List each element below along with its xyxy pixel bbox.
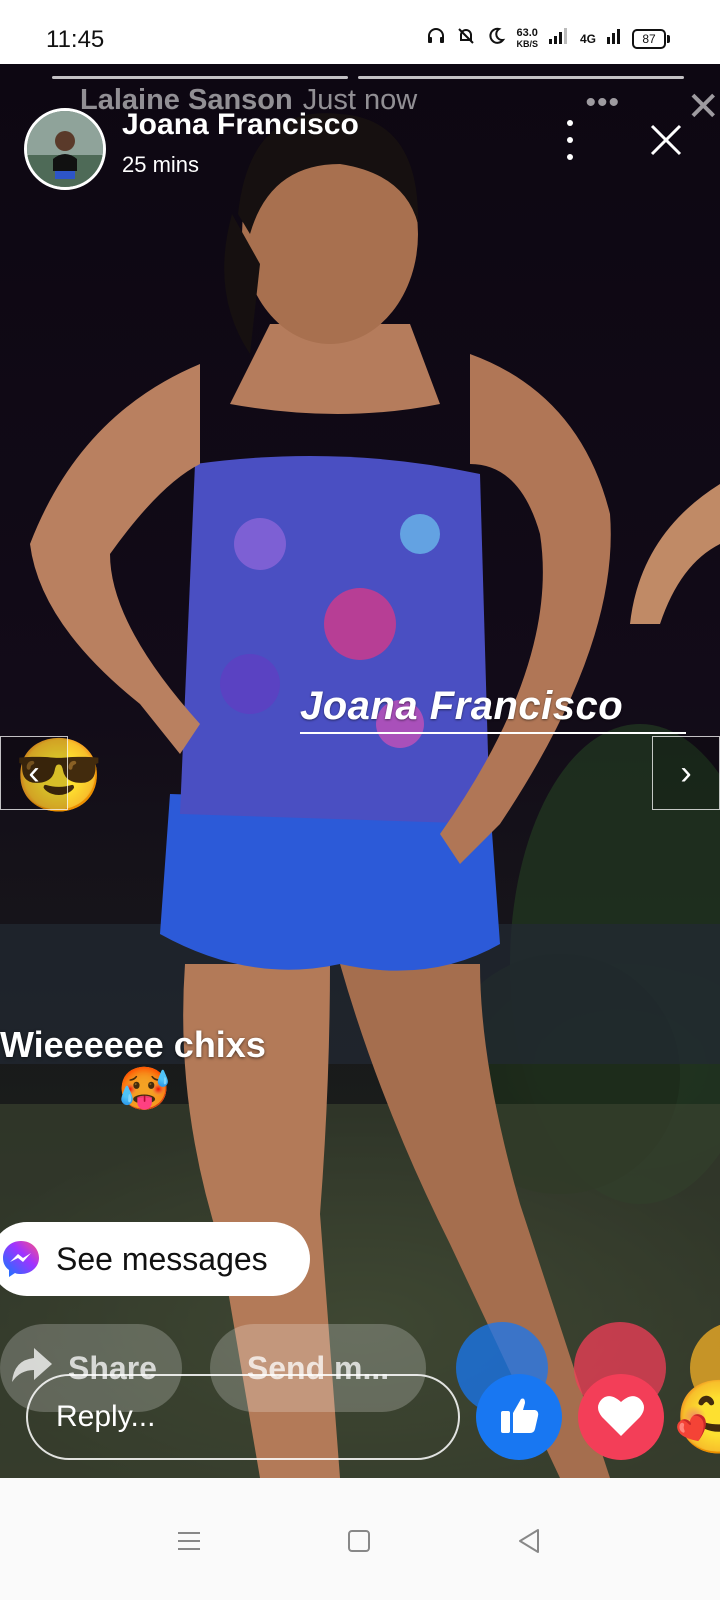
network-speed: 63.0 KB/S bbox=[516, 26, 538, 50]
story-timestamp: 25 mins bbox=[122, 152, 200, 177]
status-time: 11:45 bbox=[46, 26, 105, 53]
love-reaction-button[interactable] bbox=[578, 1374, 664, 1460]
status-icons: 63.0 KB/S 4G 87 bbox=[426, 26, 670, 51]
story-progress-bar-2 bbox=[358, 76, 684, 79]
background-close-icon[interactable]: ✕ bbox=[686, 84, 720, 130]
care-emoji-icon: 🥰 bbox=[674, 1377, 720, 1458]
network-speed-value: 63.0 bbox=[516, 26, 538, 39]
story-caption-text: Wieeeeee chixs bbox=[0, 1024, 266, 1065]
hot-face-emoji-sticker: 🥵 bbox=[118, 1065, 171, 1112]
chevron-left-icon: ‹ bbox=[28, 753, 40, 792]
care-reaction-button[interactable]: 🥰 bbox=[674, 1374, 720, 1460]
moon-icon bbox=[486, 26, 506, 51]
thumbs-up-icon bbox=[495, 1391, 543, 1444]
network-4g-label: 4G bbox=[579, 31, 596, 46]
story-author-name[interactable]: Joana Francisco bbox=[122, 108, 359, 142]
messenger-icon bbox=[0, 1238, 42, 1280]
signal-icon bbox=[548, 27, 570, 50]
more-options-icon[interactable] bbox=[560, 120, 580, 160]
chevron-right-icon: › bbox=[680, 753, 692, 792]
status-bar: 11:45 63.0 KB/S 4G 87 bbox=[0, 0, 720, 64]
headphones-icon bbox=[426, 26, 446, 51]
back-button[interactable] bbox=[514, 1526, 544, 1556]
previous-story-button[interactable]: ‹ bbox=[0, 736, 68, 810]
home-button[interactable] bbox=[344, 1526, 374, 1556]
story-viewer[interactable]: Lalaine Sanson Just now ••• ✕ Joana Franc… bbox=[0, 64, 720, 1478]
recent-apps-button[interactable] bbox=[174, 1526, 204, 1556]
see-messages-label: See messages bbox=[56, 1240, 268, 1277]
signal-4g-icon bbox=[606, 27, 622, 50]
story-progress-bar-1 bbox=[52, 76, 348, 79]
like-reaction-button[interactable] bbox=[476, 1374, 562, 1460]
battery-indicator: 87 bbox=[632, 28, 670, 49]
next-story-button[interactable]: › bbox=[652, 736, 720, 810]
story-caption-name: Joana Francisco bbox=[300, 684, 624, 728]
see-messages-button[interactable]: See messages bbox=[0, 1222, 310, 1296]
system-navigation-bar bbox=[0, 1478, 720, 1600]
network-speed-unit: KB/S bbox=[516, 38, 538, 49]
close-icon[interactable] bbox=[648, 122, 684, 158]
author-avatar[interactable] bbox=[24, 108, 106, 190]
background-more-icon[interactable]: ••• bbox=[585, 86, 620, 120]
heart-icon bbox=[596, 1392, 646, 1443]
caption-underline bbox=[300, 732, 686, 734]
reply-input[interactable]: Reply... bbox=[26, 1374, 460, 1460]
mute-bell-icon bbox=[456, 26, 476, 51]
